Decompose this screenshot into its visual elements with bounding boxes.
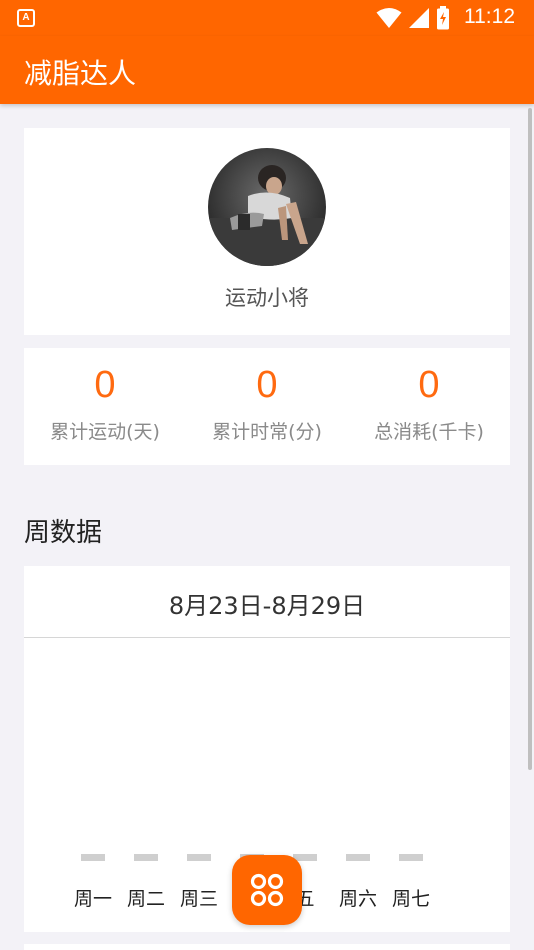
chart-bar [81, 854, 105, 861]
chart-bar [134, 854, 158, 861]
stat-total-minutes: 0 累计时常(分) [186, 348, 348, 465]
stats-card: 0 累计运动(天) 0 累计时常(分) 0 总消耗(千卡) [24, 348, 510, 465]
weekly-section-title: 周数据 [24, 518, 103, 548]
status-time: 11:12 [464, 5, 515, 28]
stat-label: 总消耗(千卡) [374, 421, 484, 443]
chart-day-label: 周三 [179, 888, 218, 910]
app-title: 减脂达人 [24, 57, 137, 90]
avatar[interactable] [208, 148, 326, 266]
username: 运动小将 [225, 286, 309, 310]
chart-bar [346, 854, 370, 861]
chart-bar [399, 854, 423, 861]
stat-label: 累计时常(分) [212, 421, 322, 443]
stat-value: 0 [94, 364, 116, 406]
next-card [24, 944, 510, 950]
system-icons [376, 6, 450, 30]
app-letter-a-icon: A [17, 9, 35, 27]
stat-total-calories: 0 总消耗(千卡) [348, 348, 510, 465]
menu-fab-button[interactable] [232, 855, 302, 925]
chart-day-label: 周二 [126, 888, 165, 910]
status-bar: A 11:12 [0, 0, 534, 36]
chart-bar [187, 854, 211, 861]
chart-day-label: 周七 [391, 888, 430, 910]
chart-day-label: 周六 [338, 888, 377, 910]
stat-value: 0 [256, 364, 278, 406]
four-circles-icon [250, 873, 284, 907]
divider [24, 637, 510, 638]
stat-value: 0 [418, 364, 440, 406]
signal-icon [409, 8, 429, 28]
date-range[interactable]: 8月23日-8月29日 [24, 586, 510, 621]
scrollbar[interactable] [528, 108, 532, 770]
battery-charging-icon [437, 6, 449, 30]
chart-day-label: 周一 [73, 888, 112, 910]
wifi-icon [376, 8, 402, 28]
app-bar: 减脂达人 [0, 36, 534, 104]
stat-label: 累计运动(天) [50, 421, 160, 443]
profile-card: 运动小将 [24, 128, 510, 335]
stat-total-days: 0 累计运动(天) [24, 348, 186, 465]
